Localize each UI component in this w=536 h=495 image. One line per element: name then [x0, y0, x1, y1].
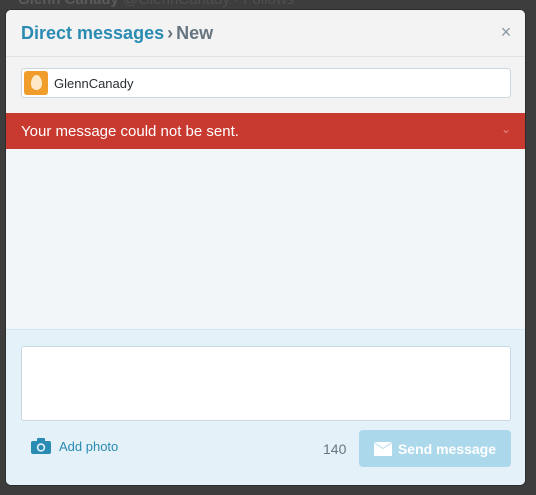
- egg-avatar-icon: [31, 75, 42, 90]
- error-message: Your message could not be sent.: [21, 123, 239, 140]
- add-photo-label: Add photo: [59, 438, 119, 454]
- add-photo-button[interactable]: Add photo: [31, 438, 118, 454]
- breadcrumb: Direct messages › New: [21, 23, 213, 44]
- dialog-header: Direct messages › New ×: [6, 10, 525, 57]
- message-composer: Add photo 140 Send message: [6, 329, 525, 485]
- camera-icon: [31, 438, 51, 454]
- conversation-thread: [6, 149, 525, 329]
- envelope-icon: [373, 441, 392, 456]
- background-profile-text: Glenn Canady @GlennCanady · Follows: [18, 0, 294, 8]
- recipient-area: GlennCanady: [6, 57, 525, 113]
- send-message-button[interactable]: Send message: [359, 430, 511, 467]
- recipient-field[interactable]: GlennCanady: [21, 68, 511, 98]
- breadcrumb-current: New: [176, 23, 214, 43]
- error-banner: Your message could not be sent. ⌄: [6, 113, 525, 149]
- avatar: [24, 71, 48, 95]
- character-count: 140: [323, 441, 347, 457]
- chevron-down-icon[interactable]: ⌄: [501, 122, 511, 136]
- direct-message-dialog: Direct messages › New × GlennCanady Your m…: [6, 10, 525, 485]
- send-message-label: Send message: [397, 440, 497, 457]
- recipient-name: GlennCanady: [54, 75, 134, 91]
- breadcrumb-direct-messages-link[interactable]: Direct messages: [21, 23, 164, 43]
- message-input[interactable]: [21, 346, 511, 421]
- breadcrumb-separator: ›: [167, 23, 174, 43]
- recipient-token[interactable]: GlennCanady: [24, 71, 134, 95]
- close-icon[interactable]: ×: [497, 23, 515, 41]
